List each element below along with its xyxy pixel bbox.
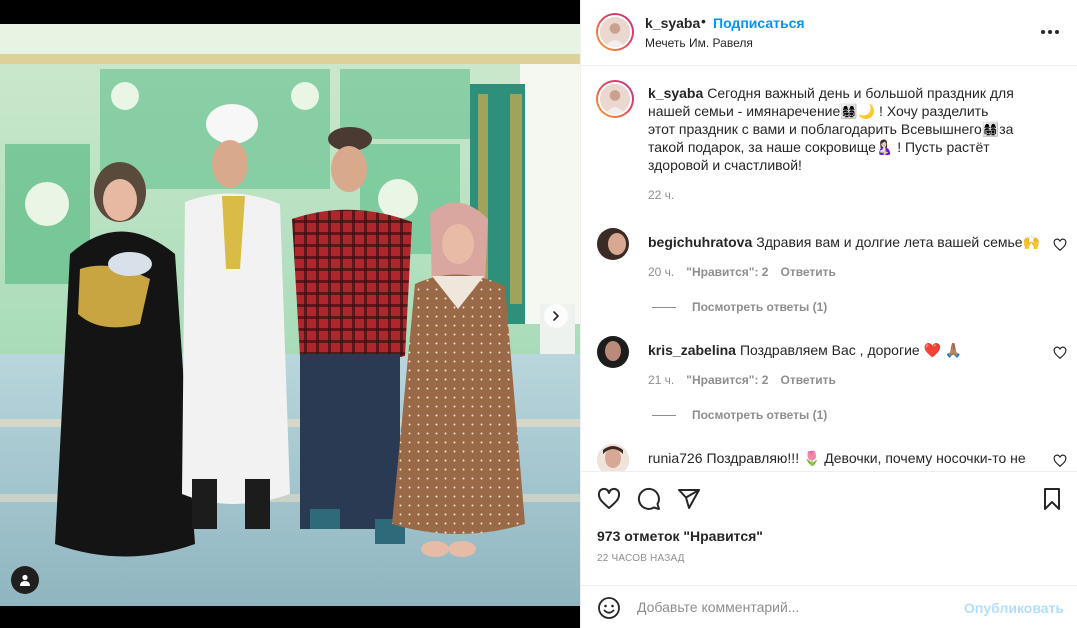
- comment-like-heart-icon[interactable]: [1053, 454, 1067, 468]
- carousel-next-button[interactable]: [544, 304, 568, 328]
- header-separator: •: [701, 13, 706, 29]
- post-actions: 973 отметок "Нравится" 22 ЧАСОВ НАЗАД: [581, 471, 1077, 581]
- view-replies-label: Посмотреть ответы (1): [692, 300, 828, 314]
- comment-item: runia726 Поздравляю!!! 🌷 Девочки, почему …: [581, 444, 1077, 471]
- view-replies-button[interactable]: Посмотреть ответы (1): [652, 408, 827, 422]
- avatar-image: [597, 228, 629, 260]
- comment-input[interactable]: [637, 594, 957, 620]
- bookmark-icon[interactable]: [1040, 487, 1064, 511]
- post-timestamp[interactable]: 22 ЧАСОВ НАЗАД: [597, 553, 685, 564]
- avatar-image: [600, 17, 630, 47]
- chevron-right-icon: [553, 311, 559, 321]
- avatar-image: [597, 336, 629, 368]
- comment-time[interactable]: 21 ч.: [648, 373, 674, 387]
- avatar-image: [600, 84, 630, 114]
- comment-text: Поздравляем Вас , дорогие ❤️ 🙏🏽: [739, 342, 963, 358]
- view-replies-button[interactable]: Посмотреть ответы (1): [652, 300, 827, 314]
- user-tag-icon: [20, 574, 30, 586]
- comment-like-heart-icon[interactable]: [1053, 238, 1067, 252]
- more-options-button[interactable]: [1038, 22, 1062, 42]
- comment-username[interactable]: begichuhratova: [648, 234, 752, 250]
- tagged-users-button[interactable]: [11, 566, 39, 594]
- follow-button[interactable]: Подписаться: [713, 15, 805, 31]
- post-photo[interactable]: [0, 24, 580, 606]
- comment-like-heart-icon[interactable]: [1053, 346, 1067, 360]
- add-comment-bar: Опубликовать: [581, 585, 1077, 628]
- likes-count[interactable]: 973 отметок "Нравится": [597, 528, 763, 544]
- comment-likes[interactable]: "Нравится": 2: [686, 373, 768, 387]
- replies-divider: [652, 306, 676, 308]
- comment-likes[interactable]: "Нравится": 2: [686, 265, 768, 279]
- post-side-panel: k_syaba • Подписаться Мечеть Им. Равеля: [580, 0, 1077, 628]
- post-photo-image: [0, 24, 580, 606]
- emoji-icon[interactable]: [597, 596, 621, 620]
- publish-button[interactable]: Опубликовать: [964, 600, 1064, 616]
- caption-text-block: k_syaba Сегодня важный день и большой пра…: [648, 84, 1018, 174]
- comment-text: Здравия вам и долгие лета вашей семье🙌: [756, 234, 1041, 250]
- caption-username[interactable]: k_syaba: [648, 85, 703, 101]
- caption-time[interactable]: 22 ч.: [648, 188, 674, 202]
- comment-text-block: kris_zabelina Поздравляем Вас , дорогие ❤…: [648, 341, 1043, 359]
- reply-button[interactable]: Ответить: [780, 265, 835, 279]
- post-header: k_syaba • Подписаться Мечеть Им. Равеля: [581, 0, 1077, 66]
- comment-text: Поздравляю!!! 🌷 Девочки, почему носочки-…: [706, 450, 1026, 466]
- comment-meta: 21 ч. "Нравится": 2 Ответить: [648, 373, 836, 387]
- comment-icon[interactable]: [637, 487, 661, 511]
- comment-username[interactable]: kris_zabelina: [648, 342, 736, 358]
- more-dots-icon: [1041, 30, 1045, 34]
- commenter-avatar[interactable]: [597, 336, 629, 368]
- comment-username[interactable]: runia726: [648, 450, 703, 466]
- author-avatar[interactable]: [596, 13, 634, 51]
- replies-divider: [652, 414, 676, 416]
- author-username[interactable]: k_syaba: [645, 15, 700, 31]
- comment-text-block: begichuhratova Здравия вам и долгие лета …: [648, 233, 1043, 251]
- comment-item: begichuhratova Здравия вам и долгие лета …: [581, 228, 1077, 338]
- commenter-avatar[interactable]: [597, 444, 629, 471]
- commenter-avatar[interactable]: [597, 228, 629, 260]
- caption-author-avatar[interactable]: [596, 80, 634, 118]
- share-icon[interactable]: [677, 487, 701, 511]
- comment-item: kris_zabelina Поздравляем Вас , дорогие ❤…: [581, 336, 1077, 446]
- comments-list[interactable]: k_syaba Сегодня важный день и большой пра…: [581, 67, 1077, 471]
- comment-meta: 20 ч. "Нравится": 2 Ответить: [648, 265, 836, 279]
- view-replies-label: Посмотреть ответы (1): [692, 408, 828, 422]
- media-pane: [0, 0, 580, 628]
- avatar-image: [597, 444, 629, 471]
- post-location[interactable]: Мечеть Им. Равеля: [645, 36, 753, 50]
- comment-time[interactable]: 20 ч.: [648, 265, 674, 279]
- comment-text-block: runia726 Поздравляю!!! 🌷 Девочки, почему …: [648, 449, 1043, 467]
- reply-button[interactable]: Ответить: [780, 373, 835, 387]
- like-heart-icon[interactable]: [597, 487, 621, 511]
